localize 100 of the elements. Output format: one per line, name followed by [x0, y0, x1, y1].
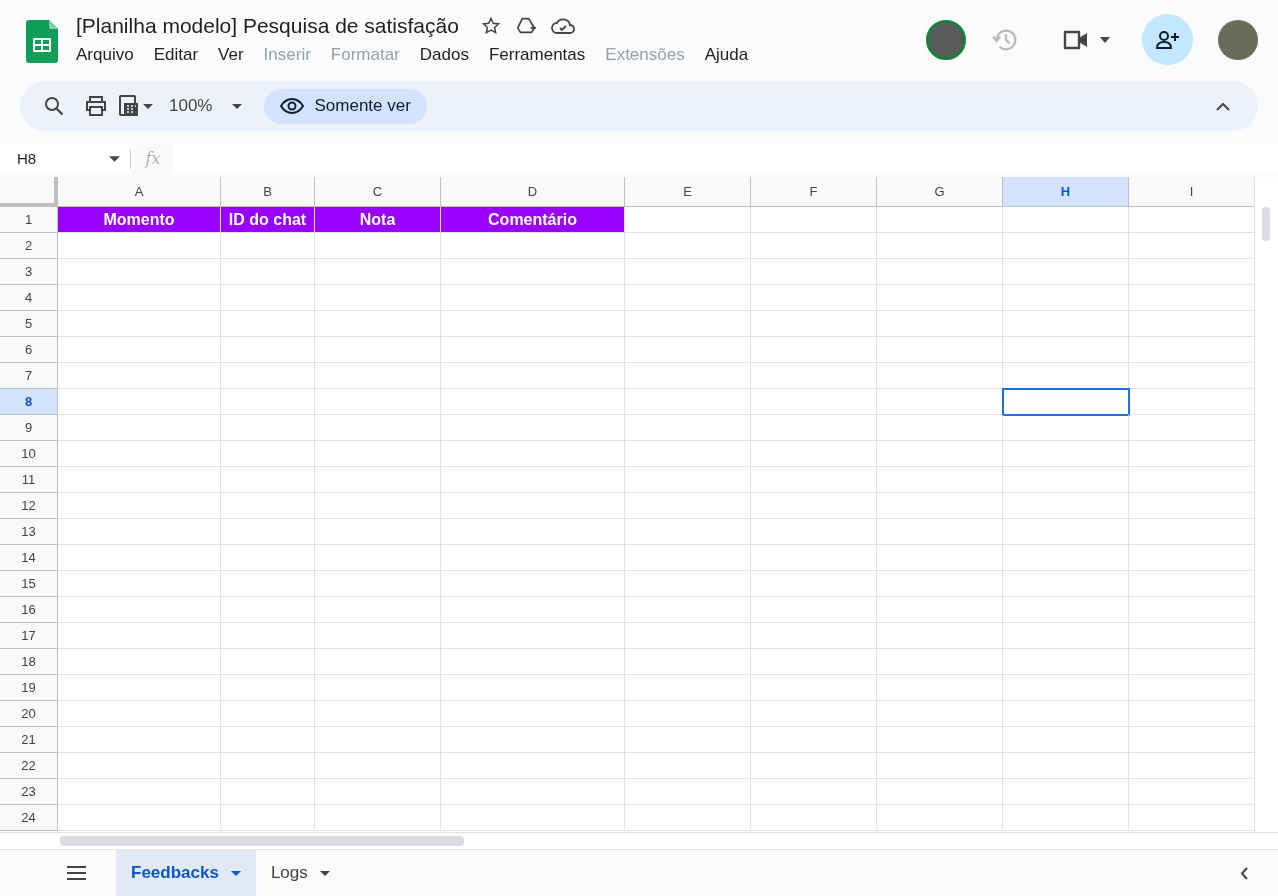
empty-cell[interactable]	[877, 675, 1003, 701]
row-header[interactable]: 19	[0, 675, 58, 701]
empty-cell[interactable]	[625, 623, 751, 649]
empty-cell[interactable]	[751, 285, 877, 311]
empty-cell[interactable]	[441, 571, 625, 597]
empty-cell[interactable]	[1003, 311, 1129, 337]
empty-cell[interactable]	[625, 467, 751, 493]
empty-cell[interactable]	[625, 701, 751, 727]
view-only-button[interactable]: Somente ver	[264, 88, 427, 124]
menu-item[interactable]: Editar	[153, 42, 199, 68]
empty-cell[interactable]	[751, 571, 877, 597]
empty-cell[interactable]	[877, 259, 1003, 285]
empty-cell[interactable]	[221, 519, 315, 545]
empty-cell[interactable]	[221, 571, 315, 597]
empty-cell[interactable]	[751, 415, 877, 441]
chevron-left-icon[interactable]	[1240, 866, 1248, 880]
row-header[interactable]: 17	[0, 623, 58, 649]
avatar[interactable]	[926, 19, 966, 60]
empty-cell[interactable]	[751, 545, 877, 571]
row-header[interactable]: 5	[0, 311, 58, 337]
empty-cell[interactable]	[625, 441, 751, 467]
empty-cell[interactable]	[625, 727, 751, 753]
empty-cell[interactable]	[625, 363, 751, 389]
selected-cell[interactable]	[1003, 389, 1129, 415]
empty-cell[interactable]	[221, 675, 315, 701]
empty-cell[interactable]	[751, 311, 877, 337]
empty-cell[interactable]	[1003, 597, 1129, 623]
empty-cell[interactable]	[315, 805, 441, 831]
empty-cell[interactable]	[221, 623, 315, 649]
empty-cell[interactable]	[877, 415, 1003, 441]
empty-cell[interactable]	[625, 233, 751, 259]
empty-cell[interactable]	[315, 285, 441, 311]
empty-cell[interactable]	[441, 389, 625, 415]
row-header[interactable]: 12	[0, 493, 58, 519]
empty-cell[interactable]	[751, 363, 877, 389]
empty-cell[interactable]	[1003, 649, 1129, 675]
empty-cell[interactable]	[625, 389, 751, 415]
empty-cell[interactable]	[751, 389, 877, 415]
zoom-dropdown[interactable]: 100%	[169, 93, 243, 119]
empty-cell[interactable]	[315, 389, 441, 415]
empty-cell[interactable]	[877, 363, 1003, 389]
row-header[interactable]: 18	[0, 649, 58, 675]
empty-cell[interactable]	[1003, 207, 1129, 233]
empty-cell[interactable]	[877, 597, 1003, 623]
empty-cell[interactable]	[221, 415, 315, 441]
row-header[interactable]: 10	[0, 441, 58, 467]
empty-cell[interactable]	[625, 259, 751, 285]
empty-cell[interactable]	[751, 467, 877, 493]
horizontal-scrollbar[interactable]	[0, 832, 1278, 849]
empty-cell[interactable]	[441, 285, 625, 311]
menu-item[interactable]: Ajuda	[704, 42, 749, 68]
empty-cell[interactable]	[441, 701, 625, 727]
empty-cell[interactable]	[877, 727, 1003, 753]
empty-cell[interactable]	[221, 779, 315, 805]
empty-cell[interactable]	[221, 493, 315, 519]
share-button[interactable]	[1142, 14, 1193, 65]
header-cell[interactable]: Comentário	[441, 207, 625, 233]
empty-cell[interactable]	[315, 545, 441, 571]
empty-cell[interactable]	[441, 675, 625, 701]
empty-cell[interactable]	[625, 779, 751, 805]
empty-cell[interactable]	[877, 519, 1003, 545]
empty-cell[interactable]	[1003, 805, 1129, 831]
empty-cell[interactable]	[221, 467, 315, 493]
empty-cell[interactable]	[1003, 493, 1129, 519]
empty-cell[interactable]	[441, 441, 625, 467]
empty-cell[interactable]	[221, 805, 315, 831]
empty-cell[interactable]	[221, 753, 315, 779]
empty-cell[interactable]	[625, 311, 751, 337]
empty-cell[interactable]	[625, 545, 751, 571]
empty-cell[interactable]	[1003, 285, 1129, 311]
empty-cell[interactable]	[315, 233, 441, 259]
name-box[interactable]: H8	[0, 144, 130, 174]
empty-cell[interactable]	[1003, 467, 1129, 493]
empty-cell[interactable]	[751, 649, 877, 675]
menu-item[interactable]: Dados	[419, 42, 469, 68]
empty-cell[interactable]	[315, 779, 441, 805]
empty-cell[interactable]	[441, 779, 625, 805]
empty-cell[interactable]	[751, 701, 877, 727]
row-header[interactable]: 20	[0, 701, 58, 727]
row-header[interactable]: 9	[0, 415, 58, 441]
menu-item[interactable]: Arquivo	[76, 42, 134, 68]
row-header[interactable]: 24	[0, 805, 58, 831]
header-cell[interactable]: ID do chat	[221, 207, 315, 233]
sheet-tab[interactable]: Logs	[255, 850, 345, 896]
meet-button[interactable]	[1062, 28, 1110, 51]
empty-cell[interactable]	[315, 441, 441, 467]
empty-cell[interactable]	[877, 233, 1003, 259]
empty-cell[interactable]	[315, 415, 441, 441]
empty-cell[interactable]	[877, 753, 1003, 779]
empty-cell[interactable]	[877, 623, 1003, 649]
empty-cell[interactable]	[625, 649, 751, 675]
vertical-scrollbar[interactable]	[1254, 177, 1278, 832]
sheets-logo-icon[interactable]	[26, 20, 58, 63]
empty-cell[interactable]	[441, 337, 625, 363]
empty-cell[interactable]	[315, 259, 441, 285]
empty-cell[interactable]	[751, 519, 877, 545]
empty-cell[interactable]	[221, 259, 315, 285]
empty-cell[interactable]	[441, 597, 625, 623]
empty-cell[interactable]	[625, 675, 751, 701]
column-header[interactable]: B	[221, 177, 315, 207]
